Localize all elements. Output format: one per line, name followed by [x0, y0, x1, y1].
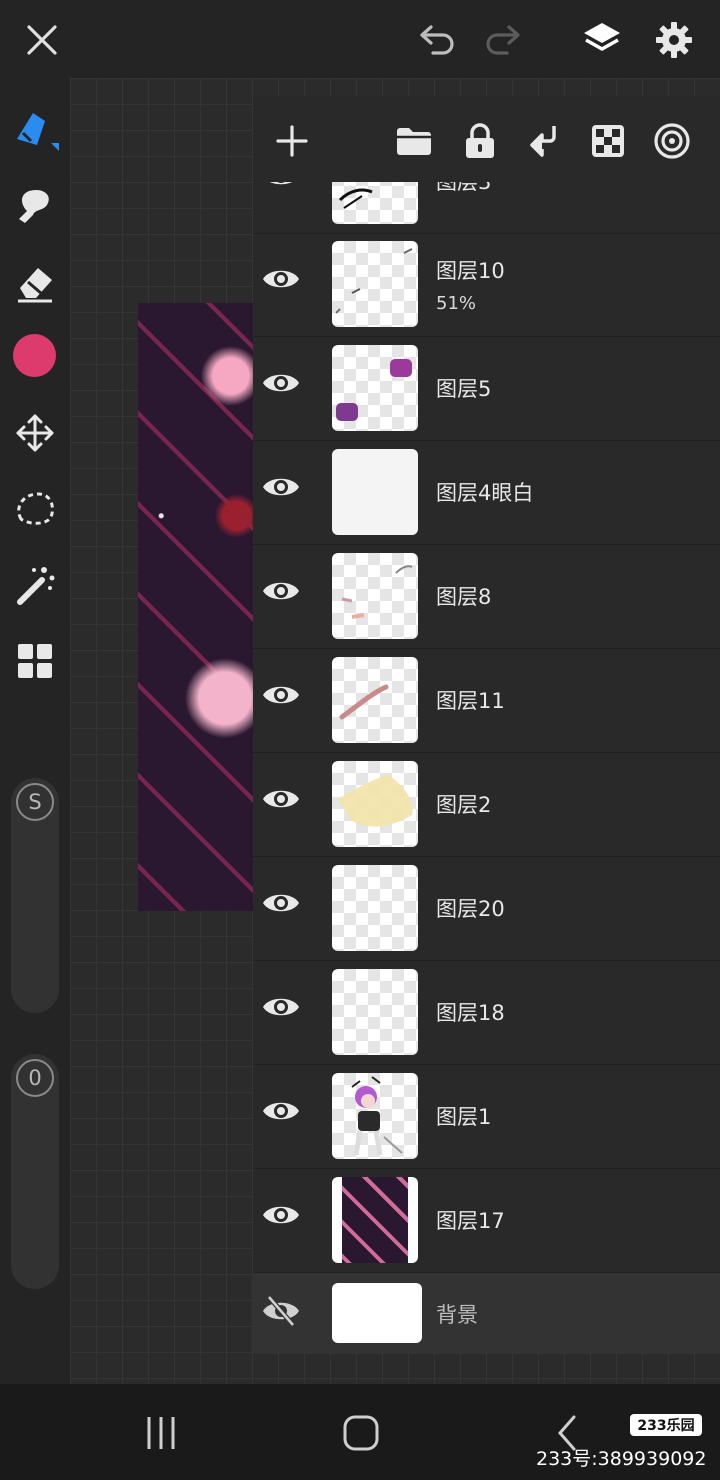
- layer-thumbnail: [332, 449, 418, 535]
- layer-row-background[interactable]: 背景: [253, 1273, 720, 1354]
- eraser-icon[interactable]: [10, 258, 60, 308]
- eye-icon[interactable]: [261, 675, 303, 717]
- redo-icon[interactable]: [476, 16, 528, 62]
- layer-row[interactable]: 图层18: [253, 961, 720, 1065]
- opacity-ring-icon[interactable]: [649, 118, 695, 164]
- layer-name: 背景: [436, 1303, 478, 1327]
- layers-panel-toolbar: [253, 96, 720, 182]
- magic-wand-icon[interactable]: [10, 560, 60, 610]
- add-layer-icon[interactable]: [269, 118, 315, 164]
- brush-size-label: S: [16, 783, 54, 821]
- eye-icon[interactable]: [261, 363, 303, 405]
- layer-thumbnail: [332, 865, 418, 951]
- layer-row[interactable]: 图层8: [253, 545, 720, 649]
- pen-icon[interactable]: [10, 104, 60, 154]
- eye-icon[interactable]: [261, 883, 303, 925]
- move-icon[interactable]: [10, 408, 60, 458]
- grid-menu-icon[interactable]: [10, 636, 60, 686]
- recent-apps-icon[interactable]: [134, 1410, 188, 1456]
- artwork-preview: [138, 303, 254, 911]
- layer-thumbnail: [332, 345, 418, 431]
- layers-panel: 图层3 图层10 51% 图层5 图层4眼白 图层8 图层11 图层2 图层20: [253, 96, 720, 1354]
- layers-icon[interactable]: [576, 14, 628, 66]
- layer-row[interactable]: 图层4眼白: [253, 441, 720, 545]
- layer-thumbnail: [332, 553, 418, 639]
- layer-row[interactable]: 图层5: [253, 337, 720, 441]
- settings-gear-icon[interactable]: [648, 14, 700, 66]
- layer-thumbnail: [332, 969, 418, 1055]
- smudge-icon[interactable]: [10, 180, 60, 230]
- eye-icon[interactable]: [261, 987, 303, 1029]
- close-icon[interactable]: [18, 16, 66, 64]
- layer-opacity: 51%: [436, 293, 477, 314]
- layer-name: 图层20: [436, 897, 505, 921]
- eye-hidden-icon[interactable]: [261, 1291, 303, 1333]
- color-swatch[interactable]: [13, 334, 56, 377]
- layer-name: 图层10: [436, 259, 505, 283]
- folder-icon[interactable]: [391, 118, 437, 164]
- layer-name: 图层11: [436, 689, 505, 713]
- layer-thumbnail: [332, 657, 418, 743]
- layer-thumbnail: [332, 1073, 418, 1159]
- layer-thumbnail: [332, 241, 418, 327]
- layer-thumbnail: [332, 761, 418, 847]
- layer-name: 图层17: [436, 1209, 505, 1233]
- undo-icon[interactable]: [412, 16, 464, 62]
- layer-row[interactable]: 图层17: [253, 1169, 720, 1273]
- layer-row[interactable]: 图层20: [253, 857, 720, 961]
- merge-down-icon[interactable]: [521, 118, 567, 164]
- top-bar: [0, 0, 720, 78]
- transparency-lock-icon[interactable]: [585, 118, 631, 164]
- eye-icon[interactable]: [261, 467, 303, 509]
- watermark-text: 233号:389939092: [536, 1448, 707, 1470]
- layer-thumbnail: [332, 1283, 422, 1343]
- eye-icon[interactable]: [261, 259, 303, 301]
- home-icon[interactable]: [334, 1410, 388, 1456]
- layer-row[interactable]: 图层11: [253, 649, 720, 753]
- layer-thumbnail: [332, 1177, 418, 1263]
- eye-icon[interactable]: [261, 779, 303, 821]
- layer-name: 图层4眼白: [436, 481, 534, 505]
- layer-name: 图层1: [436, 1105, 492, 1129]
- layer-name: 图层8: [436, 585, 492, 609]
- eye-icon[interactable]: [261, 571, 303, 613]
- left-toolbar: S 0: [0, 78, 70, 1384]
- layer-row[interactable]: 图层10 51%: [253, 233, 720, 337]
- layer-row[interactable]: 图层2: [253, 753, 720, 857]
- lasso-icon[interactable]: [10, 484, 60, 534]
- brush-opacity-label: 0: [16, 1059, 54, 1097]
- lock-icon[interactable]: [457, 118, 503, 164]
- layer-name: 图层18: [436, 1001, 505, 1025]
- watermark-logo: 233乐园: [630, 1414, 702, 1436]
- layer-name: 图层2: [436, 793, 492, 817]
- eye-icon[interactable]: [261, 1195, 303, 1237]
- layer-row[interactable]: 图层1: [253, 1065, 720, 1169]
- layer-name: 图层5: [436, 377, 492, 401]
- eye-icon[interactable]: [261, 1091, 303, 1133]
